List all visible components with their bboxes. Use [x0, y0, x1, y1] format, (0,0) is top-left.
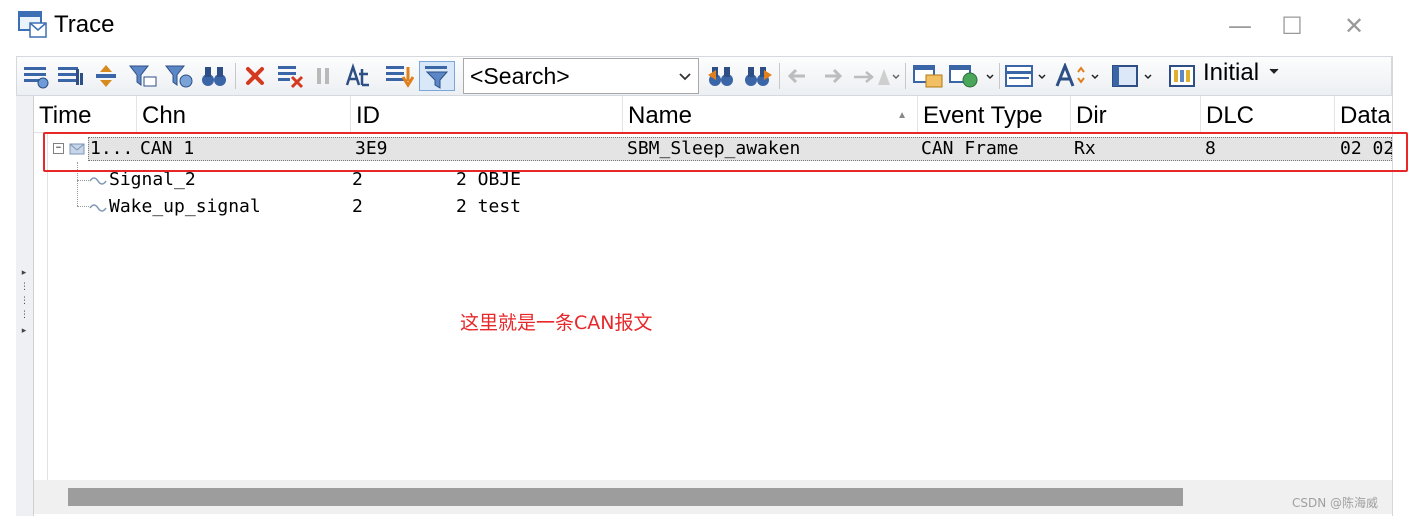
columns-icon[interactable]: [1003, 61, 1049, 91]
config-icon[interactable]: [21, 61, 51, 91]
signal-value: 2 test: [456, 196, 522, 217]
toolbar-separator: [779, 63, 780, 89]
column-header-name[interactable]: Name ▲: [623, 96, 918, 132]
dock-grip-icon: ⋮: [20, 296, 29, 306]
filter-toggle-icon[interactable]: [419, 61, 455, 91]
close-button[interactable]: ✕: [1334, 8, 1374, 44]
horizontal-scrollbar[interactable]: [34, 480, 1392, 514]
column-header-chn[interactable]: Chn: [137, 96, 351, 132]
search-placeholder: <Search>: [470, 63, 570, 89]
expand-collapse-icon[interactable]: [91, 61, 121, 91]
scrollbar-thumb[interactable]: [68, 488, 1183, 506]
window-border: [1392, 56, 1393, 516]
dock-arrow-icon: ▸: [21, 268, 27, 278]
column-header-name-label: Name: [628, 102, 693, 129]
column-header-event-type[interactable]: Event Type: [918, 96, 1071, 132]
signal-wave-icon: [89, 172, 107, 191]
find-icon[interactable]: [199, 61, 229, 91]
dock-arrow-icon: ▸: [21, 326, 27, 336]
row-gutter: [34, 133, 48, 480]
watermark: CSDN @陈海威: [1292, 496, 1379, 510]
column-header-id[interactable]: ID: [351, 96, 623, 132]
column-header-row: Time Chn ID Name ▲ Event Type Dir DLC Da…: [34, 96, 1392, 133]
toolbar-separator: [999, 63, 1000, 89]
statistics-icon[interactable]: [55, 61, 85, 91]
marker-icon[interactable]: [851, 61, 901, 91]
filter-message-icon[interactable]: [127, 61, 159, 91]
toolbar: <Search> Initial: [16, 56, 1392, 96]
signal-raw: 2: [352, 196, 363, 217]
initial-label: Initial: [1203, 59, 1260, 86]
trace-window-icon: [18, 11, 48, 39]
pause-icon[interactable]: [311, 61, 335, 91]
network-window-icon[interactable]: [947, 61, 997, 91]
chevron-down-icon: [1266, 59, 1282, 86]
message-window-icon[interactable]: [911, 61, 945, 91]
signal-wave-icon: [89, 199, 107, 218]
dock-grip-icon: ⋮: [20, 310, 29, 320]
highlight-box: [43, 132, 1408, 172]
find-previous-icon[interactable]: [705, 61, 739, 91]
column-header-dir[interactable]: Dir: [1071, 96, 1201, 132]
toolbar-separator: [235, 63, 236, 89]
clear-trace-icon[interactable]: [275, 61, 305, 91]
find-next-icon[interactable]: [741, 61, 775, 91]
tree-connector: [77, 206, 89, 207]
chevron-down-icon[interactable]: [678, 65, 692, 94]
column-header-dlc[interactable]: DLC: [1201, 96, 1335, 132]
minimize-button[interactable]: —: [1220, 8, 1260, 44]
clear-icon[interactable]: [241, 61, 269, 91]
view-icon[interactable]: [1165, 61, 1199, 91]
column-header-time[interactable]: Time: [34, 96, 137, 132]
column-header-data[interactable]: Data: [1335, 96, 1392, 132]
font-size-icon[interactable]: [1053, 61, 1105, 91]
filter-node-icon[interactable]: [163, 61, 195, 91]
back-arrow-icon[interactable]: [783, 61, 811, 91]
sort-ascending-icon: ▲: [897, 110, 907, 121]
time-mode-icon[interactable]: [343, 61, 377, 91]
toolbar-separator: [905, 63, 906, 89]
maximize-button[interactable]: ☐: [1272, 8, 1312, 44]
dock-strip[interactable]: ▸ ⋮ ⋮ ⋮ ▸: [16, 96, 34, 516]
annotation-text: 这里就是一条CAN报文: [460, 312, 653, 334]
title-bar: Trace — ☐ ✕: [0, 0, 1409, 52]
signal-name: Wake_up_signal: [109, 196, 261, 217]
search-input[interactable]: <Search>: [463, 58, 699, 94]
autoscroll-icon[interactable]: [383, 61, 415, 91]
window-title: Trace: [54, 11, 115, 38]
layout-icon[interactable]: [1109, 61, 1157, 91]
forward-arrow-icon[interactable]: [819, 61, 847, 91]
tree-connector: [77, 180, 89, 181]
initial-dropdown[interactable]: Initial: [1203, 59, 1282, 87]
dock-grip-icon: ⋮: [20, 282, 29, 292]
